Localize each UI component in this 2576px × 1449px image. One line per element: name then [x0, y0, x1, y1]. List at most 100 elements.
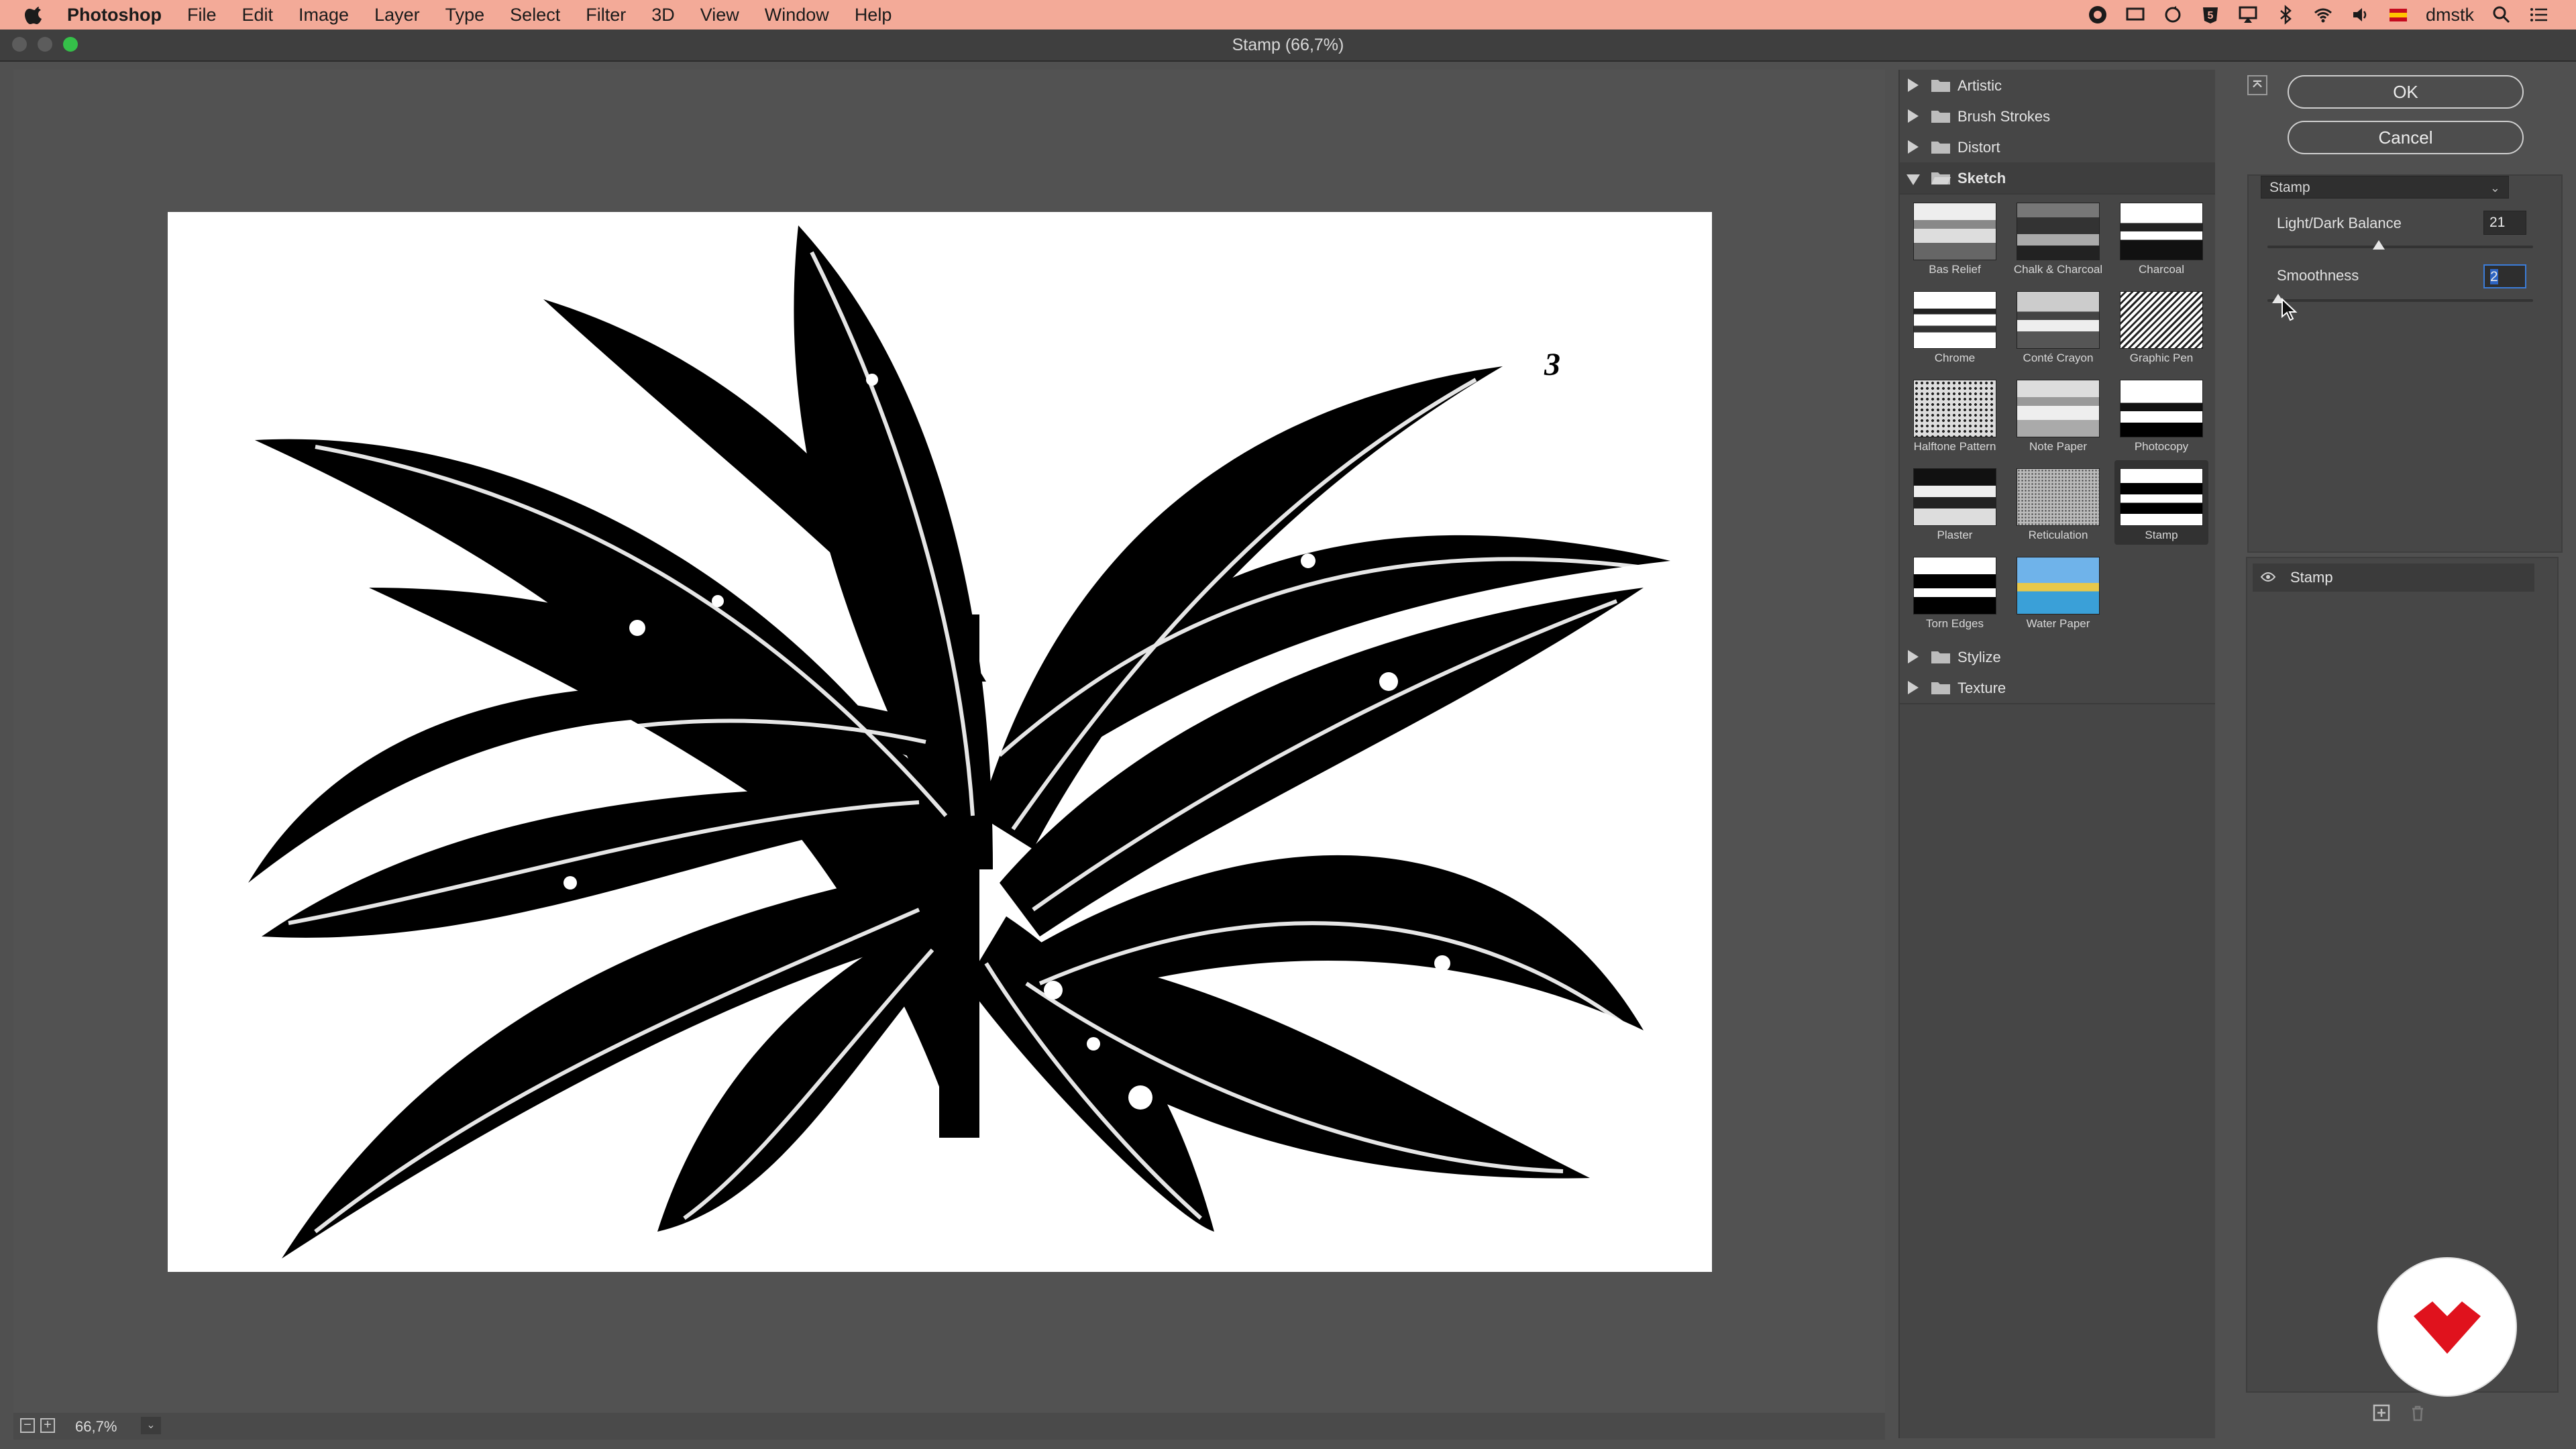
smoothness-slider[interactable] [2267, 299, 2533, 302]
category-label: Sketch [1957, 170, 2006, 186]
category-brush-strokes[interactable]: Brush Strokes [1900, 101, 2215, 133]
ok-button[interactable]: OK [2288, 75, 2524, 109]
mouse-cursor-icon [2282, 298, 2298, 321]
light-dark-balance-input[interactable]: 21 [2483, 211, 2526, 235]
category-sketch[interactable]: Sketch [1900, 162, 2215, 195]
collapsed-arrow-icon [1908, 140, 1919, 154]
user-name[interactable]: dmstk [2426, 5, 2474, 25]
menu-3d[interactable]: 3D [651, 5, 675, 25]
preview-status-bar: − + 66,7% ⌄ [13, 1413, 1885, 1440]
screen-icon[interactable] [2125, 5, 2145, 25]
wifi-icon[interactable] [2313, 5, 2333, 25]
folder-icon [1931, 142, 1950, 154]
preview-image[interactable]: 3 [168, 212, 1712, 1272]
filter-thumbnail [2120, 468, 2203, 526]
light-dark-balance-slider-thumb[interactable] [2373, 240, 2385, 250]
filter-stamp[interactable]: Stamp [2114, 460, 2208, 545]
watermark-logo [2379, 1258, 2516, 1395]
creative-cloud-icon[interactable] [2088, 5, 2108, 25]
category-label: Artistic [1957, 77, 2002, 94]
plate-number: 3 [1544, 347, 1560, 382]
menu-image[interactable]: Image [299, 5, 349, 25]
menu-edit[interactable]: Edit [242, 5, 274, 25]
category-texture[interactable]: Texture [1900, 672, 2215, 704]
effect-layers-panel [2246, 557, 2559, 1393]
filter-halftone-pattern[interactable]: Halftone Pattern [1908, 372, 2002, 456]
apple-icon[interactable] [24, 3, 46, 27]
spotlight-search-icon[interactable] [2491, 5, 2512, 25]
volume-icon[interactable] [2351, 5, 2371, 25]
folder-icon [1931, 80, 1950, 92]
filter-gallery-panel: Artistic Brush Strokes Distort Sketch Ba… [1898, 70, 2215, 1438]
filter-chalk-charcoal[interactable]: Chalk & Charcoal [2011, 195, 2105, 279]
collapse-gallery-icon[interactable] [2247, 75, 2267, 95]
app-menu[interactable]: Photoshop [67, 5, 162, 25]
selected-filter: Stamp [2269, 180, 2310, 195]
chevron-down-icon: ⌄ [2489, 181, 2500, 195]
collapsed-arrow-icon [1908, 109, 1919, 123]
filter-note-paper[interactable]: Note Paper [2011, 372, 2105, 456]
filter-torn-edges[interactable]: Torn Edges [1908, 549, 2002, 633]
filter-thumbnail [2120, 291, 2203, 349]
menu-view[interactable]: View [700, 5, 739, 25]
eye-visibility-icon[interactable] [2261, 572, 2275, 582]
menu-filter[interactable]: Filter [586, 5, 626, 25]
filter-label: Stamp [2145, 529, 2178, 541]
notification-center-icon[interactable] [2529, 5, 2549, 25]
trash-icon[interactable] [2408, 1403, 2427, 1422]
category-artistic[interactable]: Artistic [1900, 70, 2215, 102]
filter-photocopy[interactable]: Photocopy [2114, 372, 2208, 456]
menu-layer[interactable]: Layer [374, 5, 420, 25]
window-title: Stamp (66,7%) [1232, 36, 1344, 54]
zoom-dropdown[interactable]: ⌄ [141, 1417, 161, 1434]
filter-water-paper[interactable]: Water Paper [2011, 549, 2105, 633]
filter-chrome[interactable]: Chrome [1908, 283, 2002, 368]
effect-layer-name: Stamp [2290, 569, 2333, 586]
collapsed-arrow-icon [1908, 650, 1919, 663]
menu-list: Photoshop File Edit Image Layer Type Sel… [67, 0, 892, 30]
zoom-in-button[interactable]: + [40, 1418, 55, 1433]
filter-plaster[interactable]: Plaster [1908, 460, 2002, 545]
plant-illustration [248, 225, 1670, 1258]
light-dark-balance-slider[interactable] [2267, 246, 2533, 248]
filter-label: Photocopy [2134, 440, 2189, 453]
filter-label: Reticulation [2028, 529, 2088, 541]
filter-bas-relief[interactable]: Bas Relief [1908, 195, 2002, 279]
effect-layer-row[interactable]: Stamp [2253, 564, 2534, 592]
filter-thumbnail [2017, 291, 2100, 349]
filter-thumbnail [2017, 557, 2100, 614]
smoothness-input[interactable]: 2 [2483, 264, 2526, 288]
airplay-icon[interactable] [2238, 5, 2258, 25]
filter-graphic-pen[interactable]: Graphic Pen [2114, 283, 2208, 368]
filter-reticulation[interactable]: Reticulation [2011, 460, 2105, 545]
filter-conte-crayon[interactable]: Conté Crayon [2011, 283, 2105, 368]
five-icon[interactable]: 5 [2200, 5, 2220, 25]
zoom-out-button[interactable]: − [20, 1418, 35, 1433]
category-distort[interactable]: Distort [1900, 131, 2215, 164]
sync-icon[interactable] [2163, 5, 2183, 25]
folder-icon [1931, 111, 1950, 123]
category-stylize[interactable]: Stylize [1900, 641, 2215, 674]
menu-window[interactable]: Window [765, 5, 829, 25]
flag-icon[interactable] [2388, 5, 2408, 25]
bluetooth-icon[interactable] [2275, 5, 2296, 25]
filter-label: Chalk & Charcoal [2013, 263, 2103, 276]
menu-file[interactable]: File [187, 5, 217, 25]
new-effect-layer-icon[interactable] [2372, 1403, 2391, 1422]
cancel-button[interactable]: Cancel [2288, 121, 2524, 154]
filter-label: Graphic Pen [2129, 352, 2194, 364]
filter-thumbnail [1913, 203, 1996, 260]
filter-select-dropdown[interactable]: Stamp ⌄ [2261, 176, 2509, 199]
filter-charcoal[interactable]: Charcoal [2114, 195, 2208, 279]
filter-label: Torn Edges [1926, 617, 1984, 630]
collapsed-arrow-icon [1908, 78, 1919, 92]
folder-icon [1931, 682, 1950, 694]
menu-help[interactable]: Help [855, 5, 892, 25]
filter-thumbnail [2120, 380, 2203, 437]
menu-select[interactable]: Select [510, 5, 560, 25]
filter-preview-area[interactable]: 3 [13, 70, 1885, 1418]
category-label: Stylize [1957, 649, 2001, 665]
filter-thumbnail [1913, 468, 1996, 526]
menu-type[interactable]: Type [445, 5, 485, 25]
effect-layer-actions [2372, 1403, 2427, 1422]
